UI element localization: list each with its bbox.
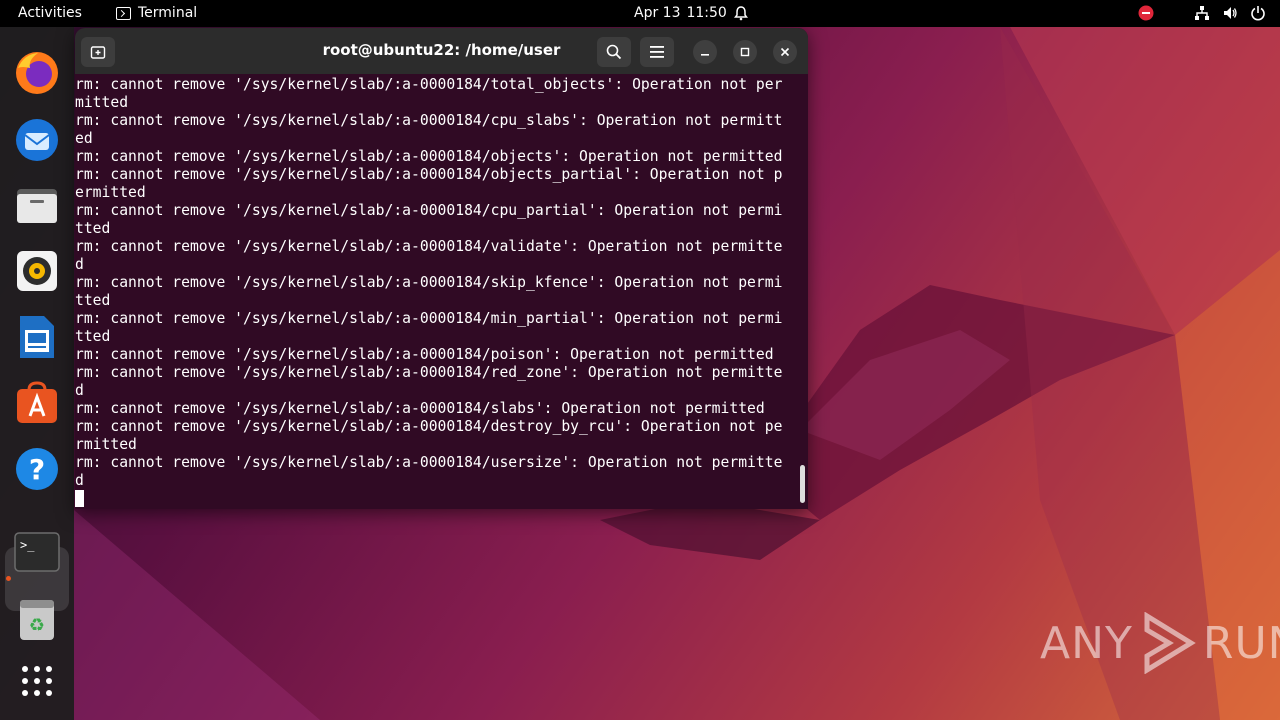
terminal-line: d — [75, 256, 84, 273]
terminal-line: rm: cannot remove '/sys/kernel/slab/:a-0… — [75, 418, 783, 435]
terminal-line: mitted — [75, 94, 129, 111]
terminal-line: rm: cannot remove '/sys/kernel/slab/:a-0… — [75, 238, 783, 255]
play-logo-icon — [1144, 612, 1196, 674]
show-apps-icon[interactable] — [13, 657, 61, 705]
terminal-line: d — [75, 472, 84, 489]
terminal-output[interactable]: rm: cannot remove '/sys/kernel/slab/:a-0… — [75, 74, 808, 509]
minimize-icon — [701, 54, 709, 56]
clock-date: Apr 13 — [634, 5, 681, 21]
terminal-line: rm: cannot remove '/sys/kernel/slab/:a-0… — [75, 310, 783, 327]
terminal-icon — [116, 6, 131, 20]
svg-text:♻: ♻ — [29, 615, 45, 636]
svg-text:>_: >_ — [20, 538, 35, 552]
terminal-prompt-line — [75, 490, 808, 508]
terminal-line: ermitted — [75, 184, 146, 201]
running-indicator — [6, 576, 11, 581]
watermark-right-text: RUN — [1202, 617, 1280, 669]
terminal-icon[interactable]: >_ — [13, 528, 61, 576]
files-icon[interactable] — [13, 181, 61, 229]
search-icon — [606, 44, 622, 60]
close-icon — [780, 47, 790, 57]
anyrun-watermark: ANY RUN — [1040, 612, 1280, 674]
maximize-icon — [740, 47, 750, 57]
terminal-line: rm: cannot remove '/sys/kernel/slab/:a-0… — [75, 364, 783, 381]
terminal-line: rm: cannot remove '/sys/kernel/slab/:a-0… — [75, 400, 765, 417]
bell-icon — [733, 6, 748, 21]
do-not-disturb-icon[interactable] — [1138, 5, 1154, 21]
network-icon[interactable] — [1194, 5, 1210, 21]
terminal-line: rmitted — [75, 436, 137, 453]
hamburger-icon — [650, 46, 664, 58]
clock[interactable]: Apr 13 11:50 — [634, 5, 749, 21]
terminal-line: tted — [75, 220, 111, 237]
rhythmbox-icon[interactable] — [13, 247, 61, 295]
top-bar: Activities Terminal Apr 13 11:50 — [0, 0, 1280, 27]
activities-button[interactable]: Activities — [18, 5, 82, 21]
terminal-line: rm: cannot remove '/sys/kernel/slab/:a-0… — [75, 148, 783, 165]
dock: ? >_ ♻ — [0, 27, 74, 720]
minimize-button[interactable] — [693, 40, 717, 64]
watermark-left-text: ANY — [1040, 617, 1133, 669]
terminal-line: ed — [75, 130, 93, 147]
app-menu[interactable]: Terminal — [116, 5, 197, 21]
help-icon[interactable]: ? — [13, 445, 61, 493]
close-button[interactable] — [773, 40, 797, 64]
menu-button[interactable] — [640, 37, 674, 67]
maximize-button[interactable] — [733, 40, 757, 64]
terminal-line: rm: cannot remove '/sys/kernel/slab/:a-0… — [75, 166, 783, 183]
svg-text:?: ? — [29, 453, 45, 486]
terminal-line: rm: cannot remove '/sys/kernel/slab/:a-0… — [75, 454, 783, 471]
terminal-line: rm: cannot remove '/sys/kernel/slab/:a-0… — [75, 76, 783, 93]
terminal-cursor — [75, 490, 84, 507]
firefox-icon[interactable] — [13, 49, 61, 97]
terminal-line: rm: cannot remove '/sys/kernel/slab/:a-0… — [75, 202, 783, 219]
thunderbird-icon[interactable] — [13, 115, 61, 163]
terminal-line: rm: cannot remove '/sys/kernel/slab/:a-0… — [75, 112, 783, 129]
terminal-line: rm: cannot remove '/sys/kernel/slab/:a-0… — [75, 274, 783, 291]
terminal-window: root@ubuntu22: /home/user rm: cannot rem… — [75, 28, 808, 509]
clock-time: 11:50 — [686, 5, 727, 21]
app-menu-label: Terminal — [138, 5, 198, 21]
power-icon[interactable] — [1250, 5, 1266, 21]
trash-icon[interactable]: ♻ — [13, 595, 61, 643]
terminal-line: tted — [75, 292, 111, 309]
window-titlebar[interactable]: root@ubuntu22: /home/user — [75, 28, 808, 74]
search-button[interactable] — [597, 37, 631, 67]
terminal-line: d — [75, 382, 84, 399]
app-center-icon[interactable] — [13, 379, 61, 427]
system-tray[interactable] — [1138, 5, 1266, 21]
libreoffice-writer-icon[interactable] — [13, 313, 61, 361]
terminal-line: rm: cannot remove '/sys/kernel/slab/:a-0… — [75, 346, 774, 363]
volume-icon[interactable] — [1222, 5, 1238, 21]
terminal-scrollbar[interactable] — [800, 465, 805, 503]
terminal-line: tted — [75, 328, 111, 345]
